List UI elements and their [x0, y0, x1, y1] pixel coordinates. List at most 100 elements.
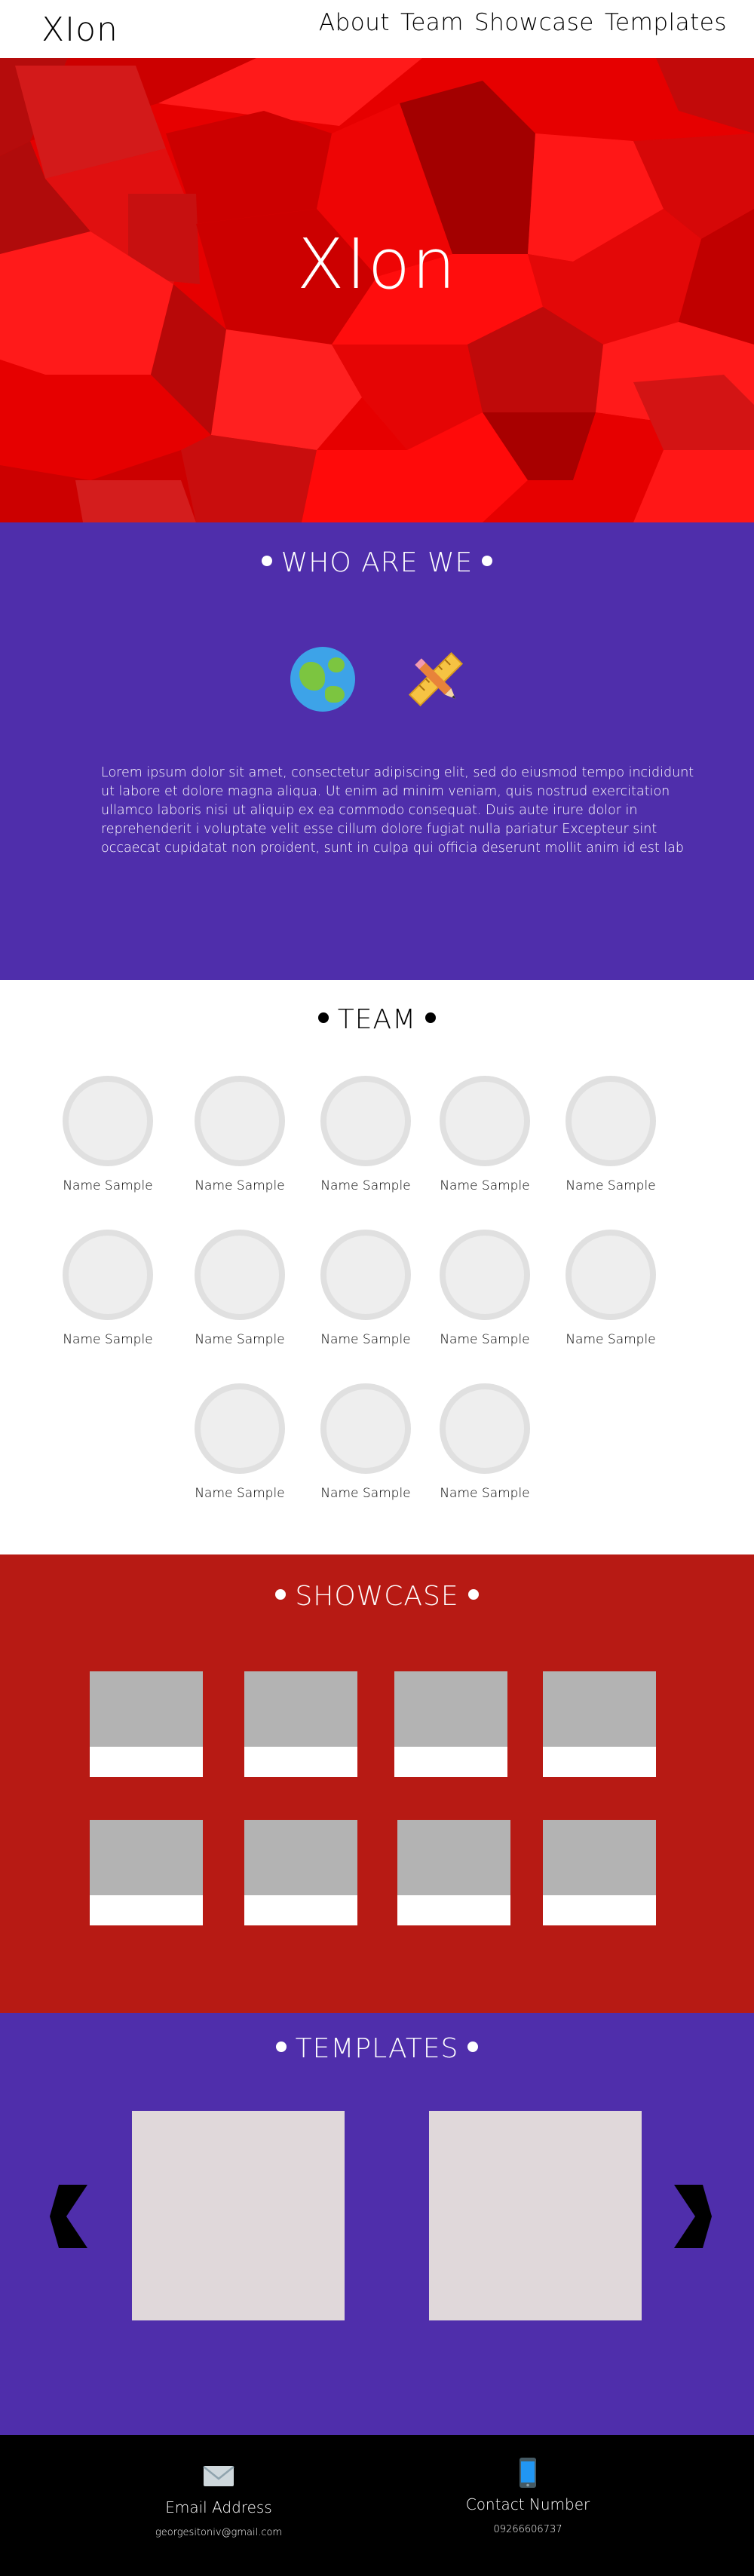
- showcase-thumbnail: [397, 1820, 510, 1895]
- member-name: Name Sample: [195, 1178, 285, 1193]
- member-name: Name Sample: [195, 1486, 285, 1501]
- team-member[interactable]: Name Sample: [305, 1076, 426, 1193]
- avatar: [195, 1383, 285, 1474]
- avatar: [320, 1230, 411, 1320]
- who-are-we-section: WHO ARE WE Lorem ipsum dolor sit amet, c…: [0, 522, 754, 980]
- member-name: Name Sample: [63, 1178, 153, 1193]
- navbar: XIon About Team Showcase Templates: [0, 0, 754, 58]
- nav-link-team[interactable]: Team: [400, 9, 464, 36]
- team-member[interactable]: Name Sample: [425, 1230, 545, 1347]
- member-name: Name Sample: [320, 1332, 411, 1347]
- member-name: Name Sample: [440, 1332, 530, 1347]
- nav-link-templates[interactable]: Templates: [605, 9, 727, 36]
- showcase-card[interactable]: [543, 1820, 656, 1925]
- email-contact: Email Address georgesitoniv@gmail.com: [106, 2459, 332, 2538]
- member-name: Name Sample: [63, 1332, 153, 1347]
- team-member[interactable]: Name Sample: [550, 1076, 671, 1193]
- showcase-thumbnail: [543, 1671, 656, 1747]
- showcase-card[interactable]: [244, 1820, 357, 1925]
- showcase-card[interactable]: [394, 1671, 507, 1777]
- avatar: [440, 1076, 530, 1166]
- team-heading: TEAM: [0, 1004, 754, 1035]
- showcase-heading: SHOWCASE: [0, 1581, 754, 1612]
- email-label: Email Address: [165, 2498, 272, 2516]
- showcase-card[interactable]: [543, 1671, 656, 1777]
- team-member[interactable]: Name Sample: [305, 1230, 426, 1347]
- showcase-card[interactable]: [244, 1671, 357, 1777]
- team-member[interactable]: Name Sample: [48, 1076, 168, 1193]
- team-member[interactable]: Name Sample: [425, 1076, 545, 1193]
- nav-links: About Team Showcase Templates: [319, 9, 727, 36]
- who-heading: WHO ARE WE: [0, 547, 754, 578]
- avatar: [440, 1230, 530, 1320]
- globe-icon: [290, 647, 355, 712]
- bullet-dot: [275, 2042, 287, 2052]
- avatar: [195, 1230, 285, 1320]
- member-name: Name Sample: [195, 1332, 285, 1347]
- bullet-dot: [467, 2042, 479, 2052]
- showcase-thumbnail: [244, 1820, 357, 1895]
- template-preview[interactable]: [132, 2111, 345, 2320]
- team-member[interactable]: Name Sample: [179, 1076, 300, 1193]
- templates-heading-text: TEMPLATES: [295, 2033, 459, 2064]
- showcase-thumbnail: [543, 1820, 656, 1895]
- templates-heading: TEMPLATES: [0, 2033, 754, 2064]
- showcase-thumbnail: [394, 1671, 507, 1747]
- avatar: [320, 1383, 411, 1474]
- team-member[interactable]: Name Sample: [305, 1383, 426, 1501]
- envelope-icon: [202, 2459, 235, 2492]
- avatar: [195, 1076, 285, 1166]
- team-section: TEAM Name Sample Name Sample Name Sample…: [0, 980, 754, 1554]
- showcase-section: SHOWCASE: [0, 1554, 754, 2013]
- team-member[interactable]: Name Sample: [48, 1230, 168, 1347]
- nav-link-about[interactable]: About: [319, 9, 390, 36]
- showcase-card[interactable]: [90, 1820, 203, 1925]
- bullet-dot: [467, 1589, 479, 1600]
- showcase-card[interactable]: [90, 1671, 203, 1777]
- email-value[interactable]: georgesitoniv@gmail.com: [106, 2527, 332, 2538]
- bullet-dot: [482, 556, 493, 566]
- nav-link-showcase[interactable]: Showcase: [474, 9, 594, 36]
- bullet-dot: [261, 556, 272, 566]
- templates-section: TEMPLATES: [0, 2013, 754, 2435]
- ruler-pencil-icon: [403, 647, 468, 712]
- who-description: Lorem ipsum dolor sit amet, consectetur …: [101, 765, 694, 856]
- brand-logo[interactable]: XIon: [41, 11, 118, 49]
- avatar: [63, 1230, 153, 1320]
- member-name: Name Sample: [566, 1332, 656, 1347]
- template-preview[interactable]: [429, 2111, 642, 2320]
- showcase-thumbnail: [90, 1671, 203, 1747]
- footer: Email Address georgesitoniv@gmail.com Co…: [0, 2435, 754, 2576]
- who-heading-text: WHO ARE WE: [280, 547, 474, 578]
- member-name: Name Sample: [320, 1486, 411, 1501]
- bullet-dot: [317, 1012, 329, 1023]
- showcase-thumbnail: [90, 1820, 203, 1895]
- showcase-heading-text: SHOWCASE: [295, 1581, 459, 1612]
- showcase-card[interactable]: [397, 1820, 510, 1925]
- member-name: Name Sample: [320, 1178, 411, 1193]
- mobile-phone-icon: [511, 2456, 544, 2489]
- hero-banner: XIon: [0, 58, 754, 522]
- bullet-dot: [425, 1012, 437, 1023]
- chevron-right-icon[interactable]: [674, 2185, 712, 2248]
- hero-title: XIon: [296, 224, 458, 305]
- team-member[interactable]: Name Sample: [179, 1230, 300, 1347]
- avatar: [440, 1383, 530, 1474]
- phone-label: Contact Number: [465, 2495, 590, 2513]
- member-name: Name Sample: [440, 1486, 530, 1501]
- avatar: [566, 1230, 656, 1320]
- showcase-thumbnail: [244, 1671, 357, 1747]
- team-member[interactable]: Name Sample: [550, 1230, 671, 1347]
- avatar: [320, 1076, 411, 1166]
- member-name: Name Sample: [440, 1178, 530, 1193]
- phone-contact: Contact Number 09266606737: [415, 2456, 641, 2535]
- who-icons: [290, 647, 468, 712]
- phone-value[interactable]: 09266606737: [415, 2524, 641, 2535]
- chevron-left-icon[interactable]: [50, 2185, 87, 2248]
- team-member[interactable]: Name Sample: [425, 1383, 545, 1501]
- team-heading-text: TEAM: [337, 1004, 417, 1035]
- team-member[interactable]: Name Sample: [179, 1383, 300, 1501]
- avatar: [63, 1076, 153, 1166]
- member-name: Name Sample: [566, 1178, 656, 1193]
- bullet-dot: [275, 1589, 287, 1600]
